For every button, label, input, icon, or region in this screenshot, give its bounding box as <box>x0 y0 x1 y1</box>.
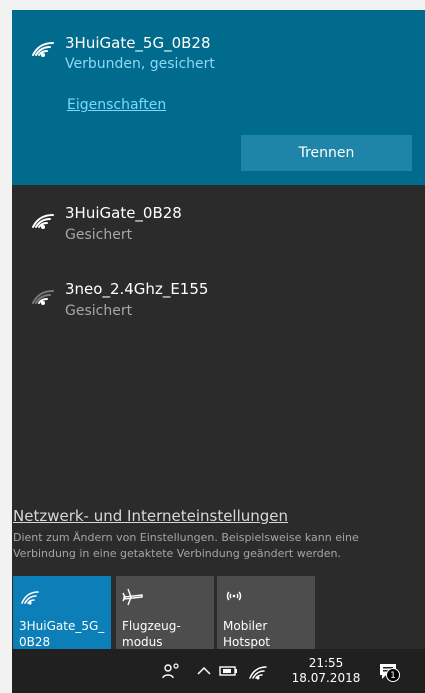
airplane-mode-quick-action[interactable]: Flugzeug- modus <box>116 576 214 649</box>
wifi-weak-signal-icon <box>32 290 54 305</box>
network-list-item[interactable]: 3neo_2.4Ghz_E155 Gesichert <box>12 272 425 320</box>
connected-network-ssid: 3HuiGate_5G_0B28 <box>65 34 211 52</box>
mobile-hotspot-quick-action[interactable]: Mobiler Hotspot <box>217 576 315 649</box>
taskbar: 21:55 18.07.2018 1 <box>12 649 425 693</box>
windows-network-flyout: 3HuiGate_5G_0B28 Verbunden, gesichert Ei… <box>0 0 425 693</box>
notification-count-badge: 1 <box>386 668 400 682</box>
taskbar-clock[interactable]: 21:55 18.07.2018 <box>290 656 362 686</box>
mobile-hotspot-label-line1: Mobiler <box>223 619 268 633</box>
battery-icon[interactable] <box>216 659 240 683</box>
network-ssid: 3neo_2.4Ghz_E155 <box>65 280 209 298</box>
network-settings-link[interactable]: Netzwerk- und Interneteinstellungen <box>13 507 288 525</box>
wifi-quick-action-label: 3HuiGate_5G_ 0B28 <box>19 618 109 649</box>
network-panel: 3HuiGate_5G_0B28 Verbunden, gesichert Ei… <box>12 10 425 649</box>
network-security-status: Gesichert <box>65 227 133 243</box>
properties-link[interactable]: Eigenschaften <box>67 96 166 114</box>
mobile-hotspot-label: Mobiler Hotspot <box>223 618 313 649</box>
network-settings-description: Dient zum Ändern von Einstellungen. Beis… <box>13 531 359 560</box>
airplane-mode-label-line2: modus <box>122 635 163 649</box>
hotspot-icon <box>226 591 242 601</box>
wifi-icon[interactable] <box>246 659 270 683</box>
airplane-icon <box>122 588 143 606</box>
wifi-icon <box>21 591 39 605</box>
network-ssid: 3HuiGate_0B28 <box>65 204 182 222</box>
network-list-item[interactable]: 3HuiGate_0B28 Gesichert <box>12 196 425 244</box>
airplane-mode-label: Flugzeug- modus <box>122 618 212 649</box>
disconnect-button[interactable]: Trennen <box>241 135 412 171</box>
chevron-up-icon[interactable] <box>192 659 216 683</box>
airplane-mode-label-line1: Flugzeug- <box>122 619 181 633</box>
people-icon[interactable] <box>159 659 183 683</box>
wifi-quick-action-label-line2: 0B28 <box>19 635 51 649</box>
connected-network-card[interactable]: 3HuiGate_5G_0B28 Verbunden, gesichert Ei… <box>12 10 425 185</box>
wifi-signal-icon <box>32 214 54 229</box>
taskbar-date: 18.07.2018 <box>291 671 361 685</box>
mobile-hotspot-label-line2: Hotspot <box>223 635 270 649</box>
wifi-quick-action[interactable]: 3HuiGate_5G_ 0B28 <box>13 576 111 649</box>
network-security-status: Gesichert <box>65 303 133 319</box>
taskbar-time: 21:55 <box>308 656 344 670</box>
connected-network-status: Verbunden, gesichert <box>65 56 215 72</box>
wifi-quick-action-label-line1: 3HuiGate_5G_ <box>19 619 105 633</box>
wifi-signal-icon <box>32 42 54 57</box>
